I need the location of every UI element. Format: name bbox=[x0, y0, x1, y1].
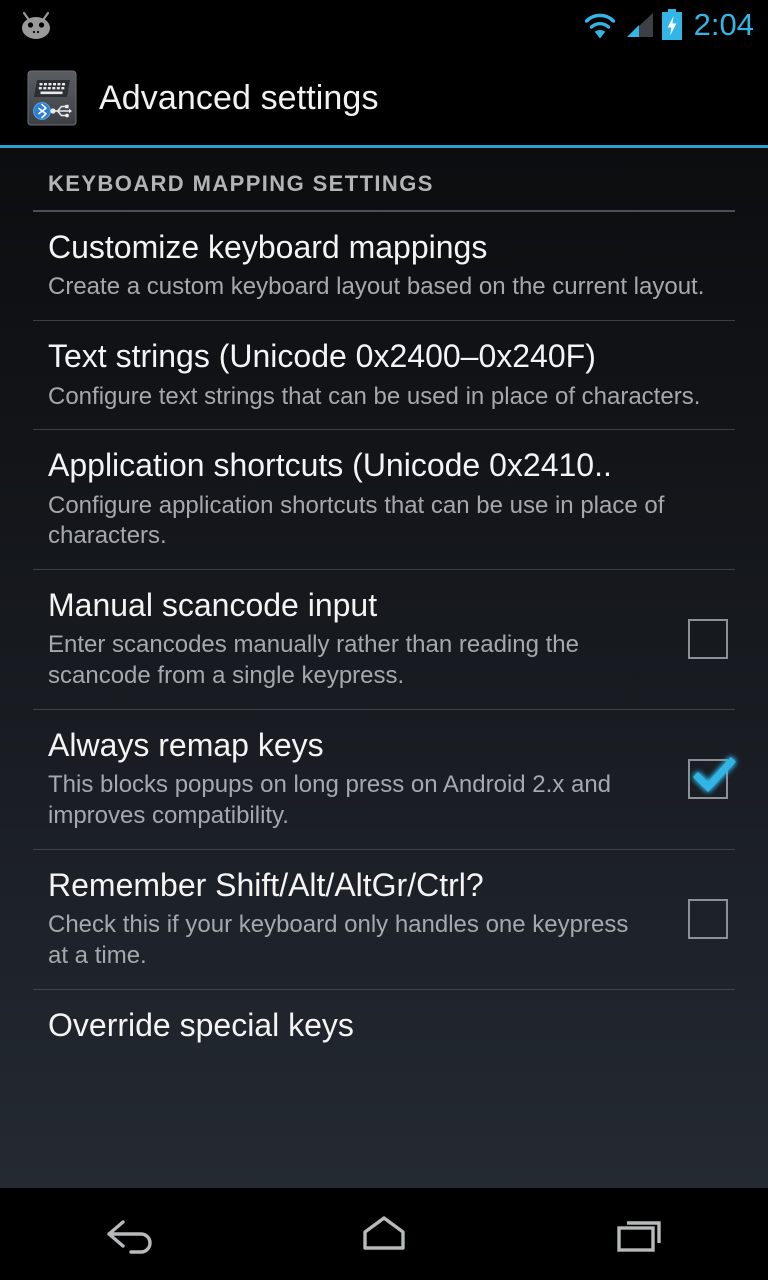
list-item-text: Text strings (Unicode 0x2400–0x240F) Con… bbox=[0, 337, 768, 412]
list-item-title: Customize keyboard mappings bbox=[48, 229, 488, 265]
list-item-text: Customize keyboard mappings Create a cus… bbox=[0, 228, 768, 303]
page-title: Advanced settings bbox=[99, 79, 379, 117]
list-item-title: Application shortcuts (Unicode 0x2410.. bbox=[48, 447, 612, 484]
navigation-bar bbox=[0, 1188, 768, 1280]
status-bar: 2:04 bbox=[0, 0, 768, 50]
list-item-summary: Check this if your keyboard only handles… bbox=[48, 911, 629, 969]
list-item[interactable]: Text strings (Unicode 0x2400–0x240F) Con… bbox=[0, 321, 768, 429]
android-bugdroid-icon bbox=[14, 8, 58, 42]
battery-charging-icon bbox=[661, 9, 683, 41]
cellular-signal-icon bbox=[624, 11, 654, 39]
home-icon bbox=[349, 1206, 419, 1262]
list-item-title: Manual scancode input bbox=[48, 587, 378, 624]
list-item-title: Remember Shift/Alt/AltGr/Ctrl? bbox=[48, 866, 484, 903]
checkmark-icon bbox=[693, 756, 736, 792]
list-item-text: Always remap keys This blocks popups on … bbox=[0, 726, 648, 832]
status-bar-left bbox=[0, 8, 58, 42]
list-item-widget bbox=[648, 756, 768, 799]
android-screen: 2:04 Advanced settings KEYBOARD MAPPING … bbox=[0, 0, 768, 1280]
list-item-summary: Configure text strings that can be used … bbox=[48, 382, 701, 410]
status-bar-right: 2:04 bbox=[583, 9, 768, 42]
list-item-text: Remember Shift/Alt/AltGr/Ctrl? Check thi… bbox=[0, 866, 648, 972]
checkbox-manual-scancode-input[interactable] bbox=[688, 618, 728, 659]
checkbox-remember-modifiers[interactable] bbox=[688, 898, 728, 939]
list-item[interactable]: Override special keys bbox=[0, 990, 768, 1061]
list-item-text: Override special keys bbox=[0, 1006, 768, 1044]
section-header: KEYBOARD MAPPING SETTINGS bbox=[0, 148, 768, 197]
recent-apps-icon bbox=[605, 1206, 675, 1262]
list-item[interactable]: Manual scancode input Enter scancodes ma… bbox=[0, 570, 768, 709]
list-item-title: Always remap keys bbox=[48, 726, 324, 763]
back-icon bbox=[93, 1206, 163, 1262]
action-bar[interactable]: Advanced settings bbox=[0, 50, 768, 146]
section-header-label: KEYBOARD MAPPING SETTINGS bbox=[48, 171, 434, 196]
action-bar-accent-line bbox=[0, 145, 768, 148]
list-item[interactable]: Application shortcuts (Unicode 0x2410.. … bbox=[0, 430, 768, 569]
list-item-title: Override special keys bbox=[48, 1006, 354, 1043]
list-item-widget bbox=[648, 898, 768, 939]
keyboard-bluetooth-usb-icon[interactable] bbox=[0, 70, 77, 126]
nav-back-button[interactable] bbox=[48, 1188, 208, 1280]
nav-recents-button[interactable] bbox=[560, 1188, 720, 1280]
list-item-summary: Create a custom keyboard layout based on… bbox=[48, 273, 705, 301]
nav-home-button[interactable] bbox=[304, 1188, 464, 1280]
list-item-summary: Enter scancodes manually rather than rea… bbox=[48, 631, 579, 690]
status-bar-clock: 2:04 bbox=[693, 6, 754, 42]
checkbox-always-remap-keys[interactable] bbox=[688, 756, 736, 799]
list-item-title: Text strings (Unicode 0x2400–0x240F) bbox=[48, 338, 596, 375]
list-item-text: Manual scancode input Enter scancodes ma… bbox=[0, 586, 648, 692]
list-item[interactable]: Customize keyboard mappings Create a cus… bbox=[0, 212, 768, 320]
list-item[interactable]: Remember Shift/Alt/AltGr/Ctrl? Check thi… bbox=[0, 850, 768, 989]
list-item-summary: Configure application shortcuts that can… bbox=[48, 491, 665, 550]
list-item-summary: This blocks popups on long press on Andr… bbox=[48, 771, 612, 829]
list-item-widget bbox=[648, 618, 768, 659]
preference-list[interactable]: KEYBOARD MAPPING SETTINGS Customize keyb… bbox=[0, 148, 768, 1188]
list-item[interactable]: Always remap keys This blocks popups on … bbox=[0, 710, 768, 849]
list-item-text: Application shortcuts (Unicode 0x2410.. … bbox=[0, 446, 768, 552]
wifi-icon bbox=[583, 11, 617, 39]
